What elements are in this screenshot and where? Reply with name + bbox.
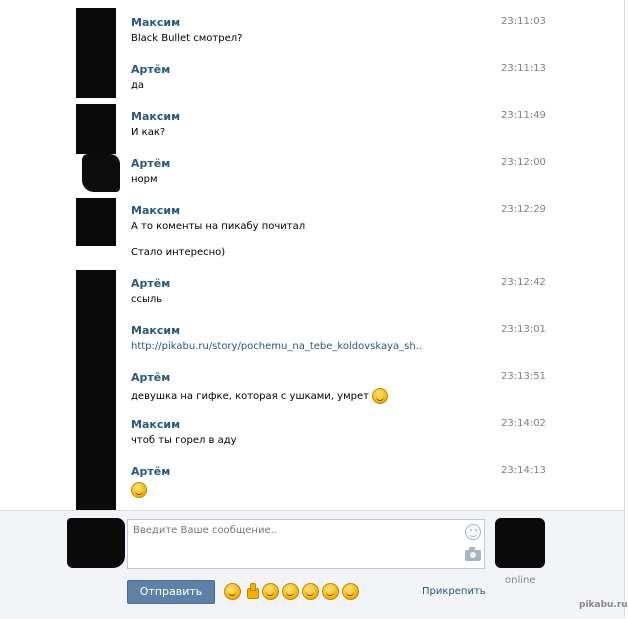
message: Артём 23:13:51 девушка на гифке, которая… xyxy=(82,371,562,411)
avatar[interactable] xyxy=(82,154,120,192)
emoji-picker-icon[interactable] xyxy=(465,524,481,540)
message-input-box xyxy=(127,519,485,569)
message: Максим 23:11:49 И как? xyxy=(82,110,562,150)
send-button[interactable]: Отправить xyxy=(127,580,215,604)
confounded-emoji-icon[interactable] xyxy=(302,583,319,600)
quick-emoji-bar xyxy=(224,583,359,600)
message: Артём 23:12:00 норм xyxy=(82,154,562,197)
message: Максим 23:13:01 http://pikabu.ru/story/p… xyxy=(82,324,562,364)
message-time: 23:13:51 xyxy=(501,371,546,382)
sender-name[interactable]: Артём xyxy=(131,465,170,478)
message-text: ссыль xyxy=(131,294,163,305)
my-avatar[interactable] xyxy=(67,518,125,568)
message: Максим 23:12:29 А то коменты на пикабу п… xyxy=(82,204,562,270)
thumbs-up-emoji-icon[interactable] xyxy=(244,583,259,599)
message-text xyxy=(131,482,147,498)
tongue-emoji-icon[interactable] xyxy=(262,583,279,600)
message-text: чтоб ты горел в аду xyxy=(131,435,237,446)
message-time: 23:12:42 xyxy=(501,277,546,288)
message-time: 23:11:49 xyxy=(501,110,546,121)
message: Артём 23:12:42 ссыль xyxy=(82,277,562,317)
message-text: да xyxy=(131,80,145,91)
relieved-emoji-icon[interactable] xyxy=(282,583,299,600)
attach-link[interactable]: Прикрепить xyxy=(422,586,486,597)
sender-name[interactable]: Максим xyxy=(131,418,180,431)
message: Артём 23:14:13 xyxy=(82,465,562,505)
message-text: Black Bullet смотрел? xyxy=(131,33,243,44)
interlocutor-avatar[interactable] xyxy=(495,518,545,568)
sender-name[interactable]: Максим xyxy=(131,324,180,337)
message: Артём 23:11:13 да xyxy=(82,63,562,103)
sender-name[interactable]: Артём xyxy=(131,277,170,290)
message-time: 23:14:02 xyxy=(501,418,546,429)
message-time: 23:13:01 xyxy=(501,324,546,335)
message-text: И как? xyxy=(131,127,166,138)
message-text: Стало интересно) xyxy=(131,247,226,258)
sender-name[interactable]: Артём xyxy=(131,157,170,170)
message-time: 23:12:00 xyxy=(501,157,546,168)
sender-name[interactable]: Максим xyxy=(131,110,180,123)
message-text: норм xyxy=(131,174,158,185)
sender-name[interactable]: Артём xyxy=(131,63,170,76)
message-time: 23:11:03 xyxy=(501,16,546,27)
message-input[interactable] xyxy=(128,520,484,568)
laughing-emoji-icon[interactable] xyxy=(322,583,339,600)
message-text: девушка на гифке, которая с ушками, умре… xyxy=(131,391,369,402)
message-time: 23:11:13 xyxy=(501,63,546,74)
message-text: А то коменты на пикабу почитал xyxy=(131,221,306,232)
message: Максим 23:14:02 чтоб ты горел в аду xyxy=(82,418,562,458)
online-status: online xyxy=(505,575,536,586)
watermark: pikabu.ru xyxy=(579,600,628,610)
camera-icon[interactable] xyxy=(465,547,481,561)
sender-name[interactable]: Артём xyxy=(131,371,170,384)
surprised-emoji-icon[interactable] xyxy=(342,583,359,600)
sender-name[interactable]: Максим xyxy=(131,16,180,29)
smile-emoji-icon[interactable] xyxy=(224,583,241,600)
sender-name[interactable]: Максим xyxy=(131,204,180,217)
laughing-smiley-icon xyxy=(131,482,147,498)
message-time: 23:14:13 xyxy=(501,465,546,476)
message-time: 23:12:29 xyxy=(501,204,546,215)
message-text-wrap: девушка на гифке, которая с ушками, умре… xyxy=(131,388,389,404)
wink-smiley-icon xyxy=(372,388,389,404)
message-link[interactable]: http://pikabu.ru/story/pochemu_na_tebe_k… xyxy=(131,341,422,352)
message: Максим 23:11:03 Black Bullet смотрел? xyxy=(82,16,562,56)
